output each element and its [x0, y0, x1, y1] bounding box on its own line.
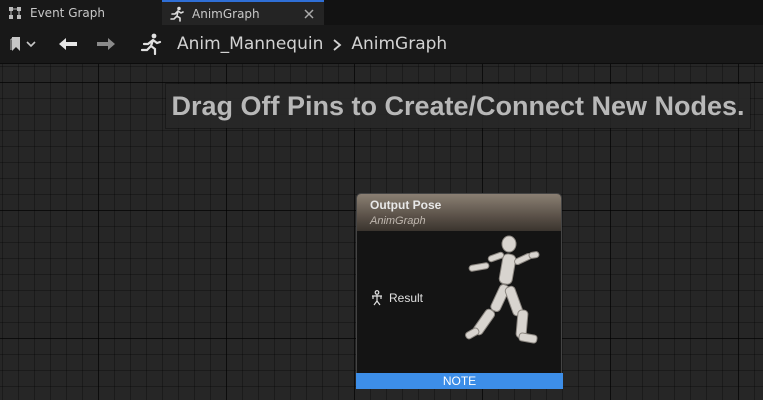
forward-button[interactable] — [92, 33, 120, 55]
graph-hint-text: Drag Off Pins to Create/Connect New Node… — [166, 84, 750, 128]
result-pin[interactable]: Result — [369, 290, 423, 306]
breadcrumb-item-graph[interactable]: AnimGraph — [351, 34, 447, 54]
arrow-right-icon — [97, 38, 115, 50]
mannequin-preview-image — [465, 235, 540, 344]
breadcrumb-item-asset[interactable]: Anim_Mannequin — [177, 34, 323, 54]
pose-pin-icon — [369, 290, 385, 306]
tab-label: Event Graph — [30, 5, 105, 20]
node-header[interactable]: Output Pose AnimGraph — [357, 194, 561, 231]
breadcrumb-graph-button[interactable] — [136, 33, 166, 55]
pin-label: Result — [389, 291, 424, 305]
back-button[interactable] — [54, 33, 82, 55]
bookmark-button[interactable] — [6, 33, 42, 55]
running-person-icon — [140, 33, 162, 55]
tab-label: AnimGraph — [192, 6, 260, 21]
tab-bar: Event Graph AnimGraph — [0, 0, 763, 25]
note-bar[interactable]: NOTE — [356, 373, 563, 389]
node-title: Output Pose — [370, 198, 442, 212]
event-graph-icon — [6, 4, 24, 22]
arrow-left-icon — [59, 38, 77, 50]
running-person-icon — [168, 5, 186, 23]
close-icon[interactable] — [302, 7, 316, 21]
output-pose-node[interactable]: Output Pose AnimGraph Result — [356, 193, 562, 389]
bookmark-icon — [10, 37, 36, 51]
node-subtitle: AnimGraph — [370, 215, 426, 227]
tab-event-graph[interactable]: Event Graph — [0, 0, 162, 25]
breadcrumb: Anim_Mannequin AnimGraph — [177, 34, 447, 54]
chevron-right-icon — [331, 37, 343, 51]
tab-animgraph[interactable]: AnimGraph — [162, 0, 324, 25]
